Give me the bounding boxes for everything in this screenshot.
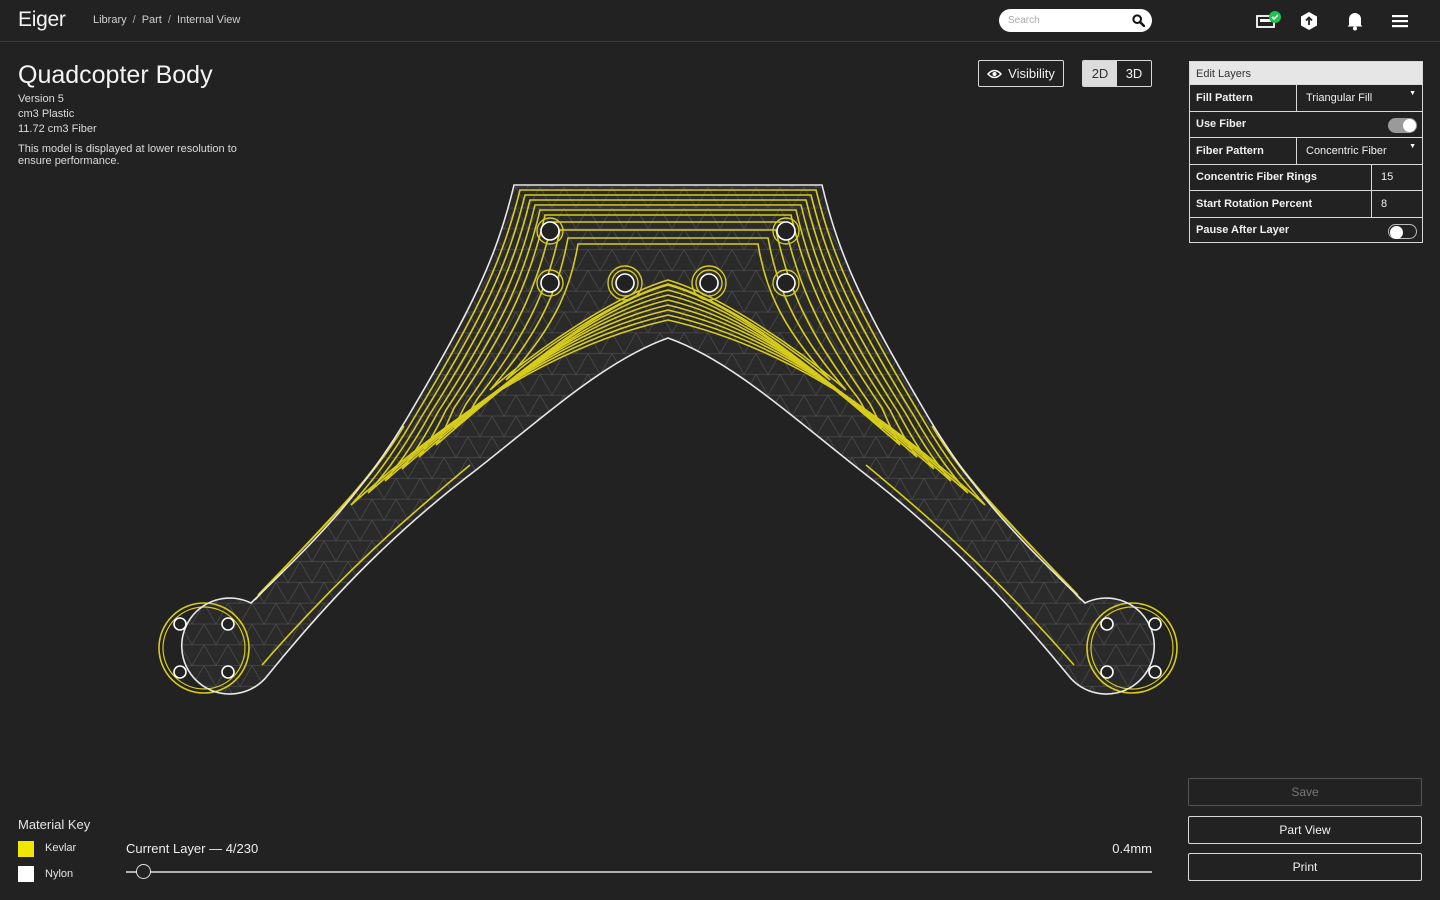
top-bar: Eiger Library / Part / Internal View [0, 0, 1440, 42]
current-layer-label: Current Layer — 4/230 [126, 841, 259, 856]
search-box [999, 9, 1152, 32]
breadcrumb-library[interactable]: Library [93, 14, 127, 26]
search-input[interactable] [999, 9, 1119, 32]
part-view-button[interactable]: Part View [1188, 816, 1422, 844]
layer-height: 0.4mm [1112, 841, 1152, 856]
part-canvas[interactable] [0, 42, 1440, 762]
menu-icon[interactable] [1389, 10, 1411, 32]
kevlar-swatch [18, 841, 34, 857]
material-key-title: Material Key [18, 817, 91, 832]
part-layer-render [158, 184, 1178, 695]
breadcrumb: Library / Part / Internal View [93, 14, 240, 26]
printer-status-icon[interactable] [1256, 10, 1284, 32]
search-icon[interactable] [1132, 14, 1145, 27]
nylon-swatch [18, 866, 34, 882]
kevlar-label: Kevlar [45, 842, 77, 854]
nylon-label: Nylon [45, 868, 74, 880]
layer-slider-track[interactable] [126, 871, 1152, 873]
breadcrumb-internal-view: Internal View [176, 14, 241, 26]
breadcrumb-part[interactable]: Part [142, 14, 162, 26]
upload-icon[interactable] [1298, 10, 1320, 32]
save-button[interactable]: Save [1188, 778, 1422, 806]
breadcrumb-separator: / [132, 14, 136, 26]
layer-slider-thumb[interactable] [136, 864, 152, 879]
app-logo[interactable]: Eiger [18, 8, 66, 32]
print-button[interactable]: Print [1188, 853, 1422, 881]
bell-icon[interactable] [1344, 10, 1366, 32]
breadcrumb-separator: / [167, 14, 171, 26]
